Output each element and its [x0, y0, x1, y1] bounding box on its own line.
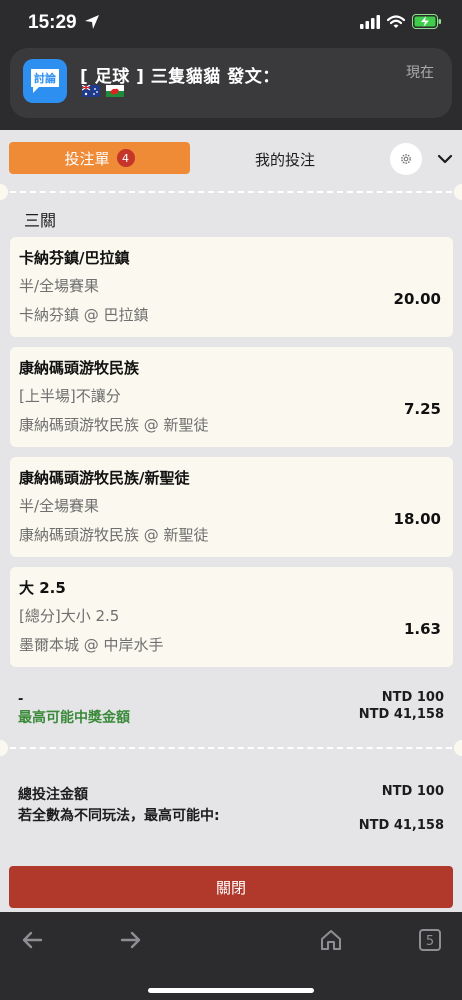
bet-slip-panel: 投注單 4 我的投注 三關 卡納芬鎮/巴拉鎮 半/全場賽果 卡納芬鎮 @ 巴拉鎮… — [0, 130, 462, 912]
back-arrow-icon — [22, 931, 43, 949]
divider — [10, 747, 452, 749]
home-button[interactable] — [317, 926, 345, 954]
bet-odds: 20.00 — [393, 290, 441, 308]
max-win-amount: NTD 41,158 — [358, 707, 444, 722]
location-arrow-icon — [85, 15, 99, 29]
bet-odds: 1.63 — [403, 620, 441, 638]
notification-time: 現在 — [406, 65, 434, 81]
tabs-icon: 5 — [419, 929, 441, 951]
bet-market: 半/全場賽果 — [19, 497, 100, 515]
tab-bet-slip-label: 投注單 — [64, 149, 110, 168]
signal-icon — [360, 14, 380, 29]
forward-arrow-icon — [120, 931, 141, 949]
status-time: 15:29 — [28, 12, 77, 33]
ticket-notch — [454, 740, 462, 756]
home-icon — [321, 930, 341, 950]
bet-selection: 康納碼頭游牧民族 — [19, 359, 140, 377]
chevron-down-icon[interactable] — [436, 150, 454, 168]
bet-card[interactable]: 大 2.5 [總分]大小 2.5 墨爾本城 @ 中岸水手 1.63 — [10, 567, 453, 667]
bet-odds: 7.25 — [403, 400, 441, 418]
bet-selection: 卡納芬鎮/巴拉鎮 — [19, 249, 130, 267]
bet-match: 康納碼頭游牧民族 @ 新聖徒 — [19, 526, 209, 544]
battery-charging-icon — [412, 14, 441, 29]
max-win-label: 最高可能中獎金額 — [18, 710, 130, 726]
total-stake-value: NTD 100 — [381, 784, 444, 799]
close-button[interactable]: 關閉 — [9, 866, 453, 908]
svg-text:5: 5 — [426, 934, 434, 949]
tab-my-bets[interactable]: 我的投注 — [230, 149, 340, 170]
notification-title: [ 足球 ] 三隻貓貓 發文： — [80, 67, 280, 87]
bet-market: [上半場]不讓分 — [19, 387, 121, 405]
discussion-app-icon: 討論 — [23, 59, 67, 103]
status-bar: 15:29 — [0, 0, 462, 50]
total-stake-label: 總投注金額 — [18, 787, 88, 803]
bet-match: 康納碼頭游牧民族 @ 新聖徒 — [19, 416, 209, 434]
status-icons — [360, 14, 442, 29]
bet-card[interactable]: 卡納芬鎮/巴拉鎮 半/全場賽果 卡納芬鎮 @ 巴拉鎮 20.00 — [10, 237, 453, 337]
bet-card[interactable]: 康納碼頭游牧民族 [上半場]不讓分 康納碼頭游牧民族 @ 新聖徒 7.25 — [10, 347, 453, 447]
back-button[interactable] — [18, 926, 46, 954]
home-indicator — [148, 988, 314, 993]
wales-flag-icon — [106, 85, 124, 97]
team-flags — [82, 85, 124, 97]
forward-button[interactable] — [117, 926, 145, 954]
bet-odds: 18.00 — [393, 510, 441, 528]
svg-text:討論: 討論 — [34, 71, 57, 85]
settings-button[interactable] — [390, 143, 422, 175]
australia-flag-icon — [82, 85, 100, 97]
bet-selection: 康納碼頭游牧民族/新聖徒 — [19, 469, 190, 487]
tab-bet-slip[interactable]: 投注單 4 — [9, 142, 190, 174]
tabs-button[interactable]: 5 — [416, 926, 444, 954]
ticket-notch — [0, 740, 8, 756]
max-payout-label: 若全數為不同玩法，最高可能中: — [18, 808, 220, 824]
gear-icon — [401, 154, 411, 164]
ticket-notch — [454, 184, 462, 200]
browser-toolbar: 5 — [0, 912, 462, 1000]
bet-card[interactable]: 康納碼頭游牧民族/新聖徒 半/全場賽果 康納碼頭游牧民族 @ 新聖徒 18.00 — [10, 457, 453, 557]
wifi-icon — [387, 14, 405, 28]
bet-type-title: 三關 — [24, 211, 57, 230]
divider — [10, 191, 452, 193]
bet-selection: 大 2.5 — [19, 579, 66, 597]
stake-dash: - — [18, 692, 24, 707]
bet-count-badge: 4 — [116, 149, 135, 167]
bet-match: 墨爾本城 @ 中岸水手 — [19, 636, 164, 654]
tab-row: 投注單 4 我的投注 — [0, 130, 462, 190]
bet-market: [總分]大小 2.5 — [19, 607, 120, 625]
stake-amount: NTD 100 — [381, 690, 444, 705]
bet-match: 卡納芬鎮 @ 巴拉鎮 — [19, 306, 149, 324]
max-payout-value: NTD 41,158 — [358, 818, 444, 833]
bet-market: 半/全場賽果 — [19, 277, 100, 295]
notification-banner[interactable]: 討論 [ 足球 ] 三隻貓貓 發文： 現在 — [10, 48, 452, 118]
